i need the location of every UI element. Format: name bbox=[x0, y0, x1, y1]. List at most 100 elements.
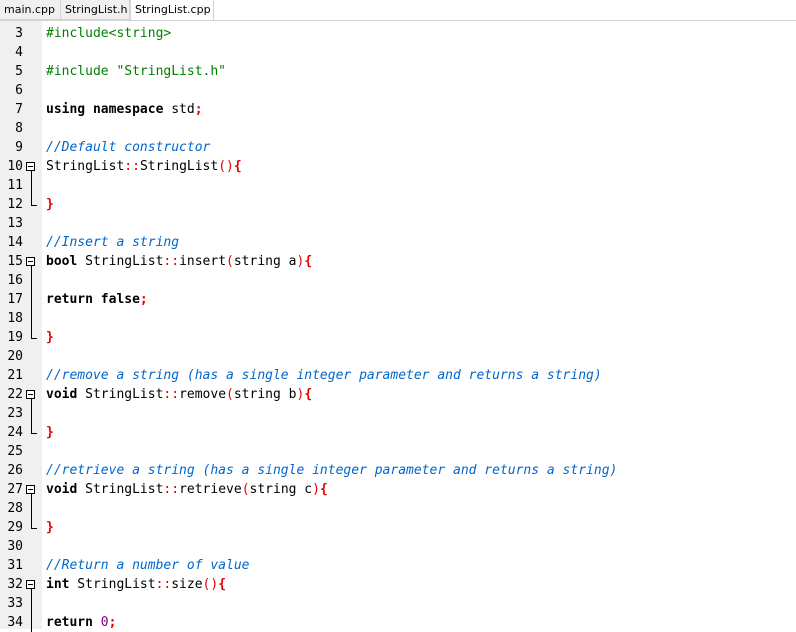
line-number: 16 bbox=[7, 273, 23, 288]
code-line[interactable]: 20 bbox=[0, 347, 796, 366]
code-line[interactable]: 9 //Default constructor bbox=[0, 138, 796, 157]
code-line[interactable]: 27 void StringList::retrieve(string c){ bbox=[0, 480, 796, 499]
code-token: return bbox=[46, 615, 93, 630]
code-line[interactable]: 11 bbox=[0, 176, 796, 195]
code-text: //Default constructor bbox=[46, 138, 210, 157]
fold-guide-line bbox=[31, 404, 32, 423]
code-line[interactable]: 8 bbox=[0, 119, 796, 138]
tab-main-cpp[interactable]: main.cpp bbox=[0, 0, 61, 20]
code-token: int bbox=[46, 577, 70, 592]
tab-stringlist-cpp[interactable]: StringList.cpp bbox=[130, 0, 214, 20]
code-token: ; bbox=[194, 102, 203, 117]
code-text: } bbox=[46, 195, 54, 214]
code-line[interactable]: 18 bbox=[0, 309, 796, 328]
code-line[interactable]: 22 void StringList::remove(string b){ bbox=[0, 385, 796, 404]
line-number: 30 bbox=[7, 539, 23, 554]
tab-stringlist-h[interactable]: StringList.h bbox=[61, 0, 130, 20]
code-line[interactable]: 32 int StringList::size(){ bbox=[0, 575, 796, 594]
fold-collapse-icon[interactable] bbox=[26, 390, 35, 399]
code-token: string b bbox=[233, 387, 297, 402]
code-token: string a bbox=[233, 254, 297, 269]
code-token: StringList bbox=[46, 159, 125, 174]
line-number: 12 bbox=[7, 197, 23, 212]
code-token: //Insert a string bbox=[46, 235, 180, 250]
code-line[interactable]: 29} bbox=[0, 518, 796, 537]
code-line[interactable]: 30 bbox=[0, 537, 796, 556]
line-number: 32 bbox=[7, 577, 23, 592]
fold-collapse-icon[interactable] bbox=[26, 485, 35, 494]
code-line[interactable]: 13 bbox=[0, 214, 796, 233]
code-token: } bbox=[46, 520, 54, 535]
line-number: 18 bbox=[7, 311, 23, 326]
code-line[interactable]: 31 //Return a number of value bbox=[0, 556, 796, 575]
code-text: bool StringList::insert(string a){ bbox=[46, 252, 312, 271]
code-line[interactable]: 28 bbox=[0, 499, 796, 518]
line-number: 31 bbox=[7, 558, 23, 573]
fold-guide-line bbox=[31, 309, 32, 328]
code-line[interactable]: 34 return 0; bbox=[0, 613, 796, 632]
code-text: void StringList::remove(string b){ bbox=[46, 385, 312, 404]
line-number: 7 bbox=[15, 102, 23, 117]
code-token: return false bbox=[46, 292, 140, 307]
code-token: StringList bbox=[69, 577, 156, 592]
code-token: //retrieve a string (has a single intege… bbox=[46, 463, 618, 478]
line-number: 29 bbox=[7, 520, 23, 535]
code-token: { bbox=[319, 482, 328, 497]
fold-collapse-icon[interactable] bbox=[26, 257, 35, 266]
code-line[interactable]: 7 using namespace std; bbox=[0, 100, 796, 119]
fold-guide-line bbox=[31, 423, 32, 433]
code-token: :: bbox=[163, 387, 180, 402]
code-token: StringList bbox=[139, 159, 219, 174]
code-line[interactable]: 10 StringList::StringList(){ bbox=[0, 157, 796, 176]
code-token: } bbox=[46, 197, 54, 212]
code-token: #include "StringList.h" bbox=[46, 64, 227, 79]
fold-collapse-icon[interactable] bbox=[26, 580, 35, 589]
fold-guide-line bbox=[31, 271, 32, 290]
code-text: //remove a string (has a single integer … bbox=[46, 366, 602, 385]
code-line[interactable]: 4 bbox=[0, 43, 796, 62]
fold-collapse-icon[interactable] bbox=[26, 162, 35, 171]
line-number: 11 bbox=[7, 178, 23, 193]
code-token: void bbox=[46, 387, 78, 402]
code-line[interactable]: 17 return false; bbox=[0, 290, 796, 309]
code-line[interactable]: 25 bbox=[0, 442, 796, 461]
line-number: 24 bbox=[7, 425, 23, 440]
code-line[interactable]: 24} bbox=[0, 423, 796, 442]
code-line[interactable]: 3 #include<string> bbox=[0, 24, 796, 43]
code-token: } bbox=[46, 425, 54, 440]
code-token: 0 bbox=[100, 615, 109, 630]
tab-label: StringList.h bbox=[65, 3, 128, 16]
code-line[interactable]: 26 //retrieve a string (has a single inte… bbox=[0, 461, 796, 480]
code-line[interactable]: 12} bbox=[0, 195, 796, 214]
code-token: #include<string> bbox=[46, 26, 172, 41]
code-line[interactable]: 5 #include "StringList.h" bbox=[0, 62, 796, 81]
line-number: 3 bbox=[15, 26, 23, 41]
code-line[interactable]: 16 bbox=[0, 271, 796, 290]
code-token: ( bbox=[226, 254, 234, 269]
fold-guide-line bbox=[31, 195, 32, 205]
code-text: using namespace std; bbox=[46, 100, 203, 119]
fold-guide-line bbox=[31, 518, 32, 528]
code-line[interactable]: 23 bbox=[0, 404, 796, 423]
line-number: 14 bbox=[7, 235, 23, 250]
code-text: return 0; bbox=[46, 613, 116, 632]
code-token: remove bbox=[179, 387, 227, 402]
code-text: void StringList::retrieve(string c){ bbox=[46, 480, 328, 499]
code-token: StringList bbox=[77, 387, 164, 402]
code-line[interactable]: 21 //remove a string (has a single intege… bbox=[0, 366, 796, 385]
code-token: //Default constructor bbox=[46, 140, 211, 155]
code-token: using namespace bbox=[46, 102, 164, 117]
fold-end-marker bbox=[31, 528, 37, 529]
code-line[interactable]: 15 bool StringList::insert(string a){ bbox=[0, 252, 796, 271]
code-text: //Insert a string bbox=[46, 233, 179, 252]
line-number: 9 bbox=[15, 140, 23, 155]
code-line[interactable]: 14 //Insert a string bbox=[0, 233, 796, 252]
fold-guide-line bbox=[31, 176, 32, 195]
code-text: #include<string> bbox=[46, 24, 171, 43]
code-line[interactable]: 6 bbox=[0, 81, 796, 100]
code-token: ) bbox=[312, 482, 320, 497]
code-line[interactable]: 19} bbox=[0, 328, 796, 347]
code-token: ; bbox=[108, 615, 117, 630]
line-number: 33 bbox=[7, 596, 23, 611]
code-line[interactable]: 33 bbox=[0, 594, 796, 613]
